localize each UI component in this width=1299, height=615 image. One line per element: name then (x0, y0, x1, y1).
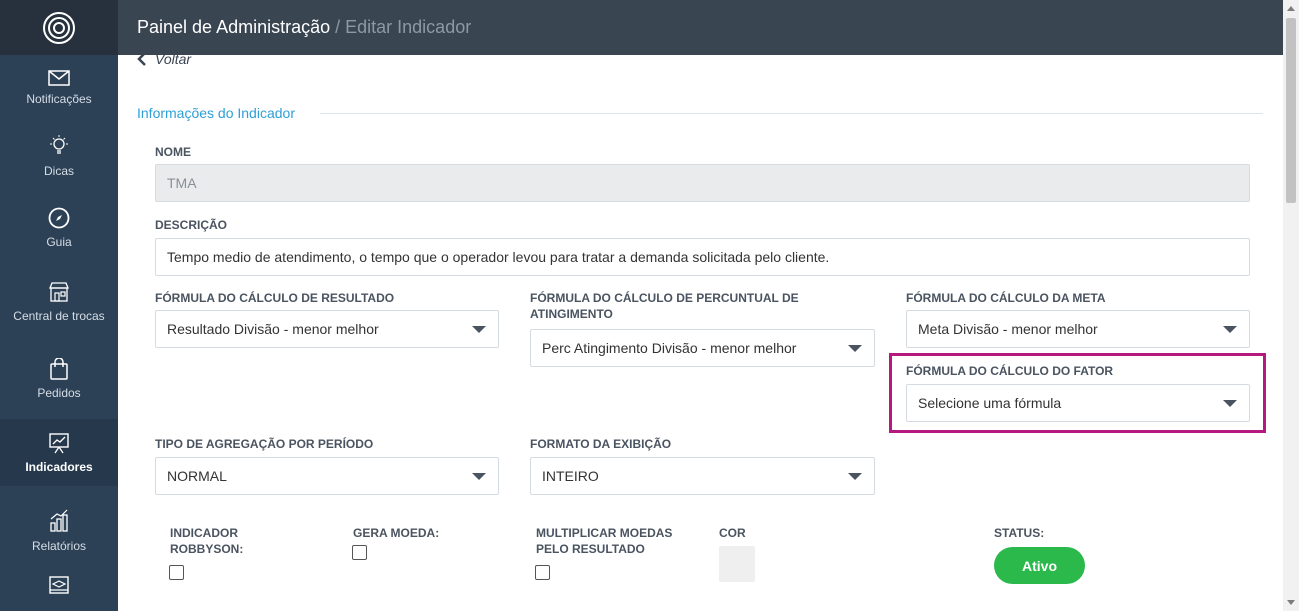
bar-chart-icon (50, 509, 68, 532)
envelope-icon (48, 70, 70, 86)
caret-down-icon (1223, 400, 1237, 407)
descricao-input[interactable]: Tempo medio de atendimento, o tempo que … (155, 238, 1250, 276)
sidebar-item-dicas[interactable]: Dicas (0, 120, 118, 192)
top-bar: Painel de Administração / Editar Indicad… (118, 0, 1283, 55)
logo-icon (43, 11, 75, 44)
chevron-left-icon (137, 52, 146, 66)
sidebar-item-pedidos[interactable]: Pedidos (0, 343, 118, 415)
caret-down-icon (1223, 326, 1237, 333)
sidebar-item-label: Relatórios (31, 539, 87, 553)
caret-down-icon (472, 473, 486, 480)
formula-meta-label: FÓRMULA DO CÁLCULO DA META (906, 291, 1106, 305)
formato-exibicao-label: FORMATO DA EXIBIÇÃO (530, 437, 672, 451)
sidebar-item-training[interactable] (0, 575, 118, 615)
shopping-bag-icon (50, 358, 68, 380)
formula-meta-select[interactable]: Meta Divisão - menor melhor (906, 310, 1250, 348)
scroll-up-arrow-icon[interactable] (1287, 6, 1295, 11)
caret-down-icon (848, 473, 862, 480)
formula-resultado-select[interactable]: Resultado Divisão - menor melhor (155, 310, 499, 348)
status-label: STATUS: (994, 526, 1045, 540)
tipo-agregacao-select[interactable]: NORMAL (155, 457, 499, 495)
section-title: Informações do Indicador (137, 105, 305, 121)
cor-label: COR (719, 526, 746, 540)
sidebar-item-label: Central de trocas (13, 309, 105, 323)
caret-down-icon (472, 326, 486, 333)
gera-moeda-checkbox[interactable] (352, 545, 367, 560)
indicador-robbyson-label: INDICADOR ROBBYSON: (170, 526, 244, 556)
tipo-agregacao-value: NORMAL (167, 468, 227, 484)
breadcrumb-current: Editar Indicador (345, 17, 472, 37)
back-label: Voltar (155, 51, 192, 67)
section-divider (320, 113, 1263, 114)
scroll-down-arrow-icon[interactable] (1287, 600, 1295, 605)
gera-moeda-label: GERA MOEDA: (353, 526, 440, 540)
descricao-label: DESCRIÇÃO (155, 218, 228, 232)
lightbulb-icon (50, 135, 68, 154)
status-toggle-button[interactable]: Ativo (994, 547, 1085, 584)
tipo-agregacao-label: TIPO DE AGREGAÇÃO POR PERÍODO (155, 437, 374, 451)
scroll-thumb[interactable] (1286, 18, 1296, 203)
sidebar: Notificações Dicas Guia Central de troca… (0, 0, 118, 611)
formula-meta-value: Meta Divisão - menor melhor (918, 321, 1098, 337)
sidebar-item-label: Notificações (26, 92, 92, 106)
nome-input[interactable]: TMA (155, 164, 1250, 202)
formato-exibicao-value: INTEIRO (542, 468, 599, 484)
sidebar-item-central-de-trocas[interactable]: Central de trocas (0, 266, 118, 338)
formula-fator-select[interactable]: Selecione uma fórmula (906, 384, 1250, 422)
indicador-robbyson-checkbox[interactable] (169, 565, 184, 580)
breadcrumb-separator: / (335, 17, 341, 37)
caret-down-icon (848, 345, 862, 352)
formula-fator-value: Selecione uma fórmula (918, 395, 1062, 411)
formato-exibicao-select[interactable]: INTEIRO (530, 457, 875, 495)
sidebar-item-label: Guia (46, 235, 72, 249)
presentation-chart-icon (49, 432, 69, 453)
sidebar-item-notificacoes[interactable]: Notificações (0, 52, 118, 124)
graduation-screen-icon (49, 576, 69, 594)
logo[interactable] (0, 0, 118, 55)
formula-percentual-select[interactable]: Perc Atingimento Divisão - menor melhor (530, 329, 875, 367)
formula-resultado-label: FÓRMULA DO CÁLCULO DE RESULTADO (155, 291, 395, 305)
formula-fator-label: FÓRMULA DO CÁLCULO DO FATOR (906, 364, 1114, 378)
vertical-scrollbar[interactable] (1283, 0, 1299, 611)
page-title: Painel de Administração (137, 17, 331, 37)
formula-percentual-label: FÓRMULA DO CÁLCULO DE PERCUNTUAL DE ATIN… (530, 291, 799, 321)
back-link[interactable]: Voltar (137, 51, 191, 67)
sidebar-item-guia[interactable]: Guia (0, 192, 118, 264)
nome-label: NOME (155, 145, 191, 159)
formula-resultado-value: Resultado Divisão - menor melhor (167, 321, 379, 337)
store-icon (49, 282, 69, 302)
sidebar-item-label: Indicadores (25, 459, 93, 474)
nome-value: TMA (167, 175, 197, 191)
color-picker[interactable] (719, 546, 755, 582)
multiplicar-moedas-label: MULTIPLICAR MOEDAS PELO RESULTADO (536, 526, 673, 556)
sidebar-item-indicadores[interactable]: Indicadores (0, 419, 118, 486)
multiplicar-moedas-checkbox[interactable] (535, 565, 550, 580)
sidebar-item-relatorios[interactable]: Relatórios (0, 495, 118, 567)
sidebar-item-label: Dicas (43, 164, 74, 178)
sidebar-item-label: Pedidos (37, 386, 81, 400)
descricao-value: Tempo medio de atendimento, o tempo que … (167, 249, 830, 265)
formula-percentual-value: Perc Atingimento Divisão - menor melhor (542, 340, 797, 356)
compass-icon (48, 207, 70, 229)
